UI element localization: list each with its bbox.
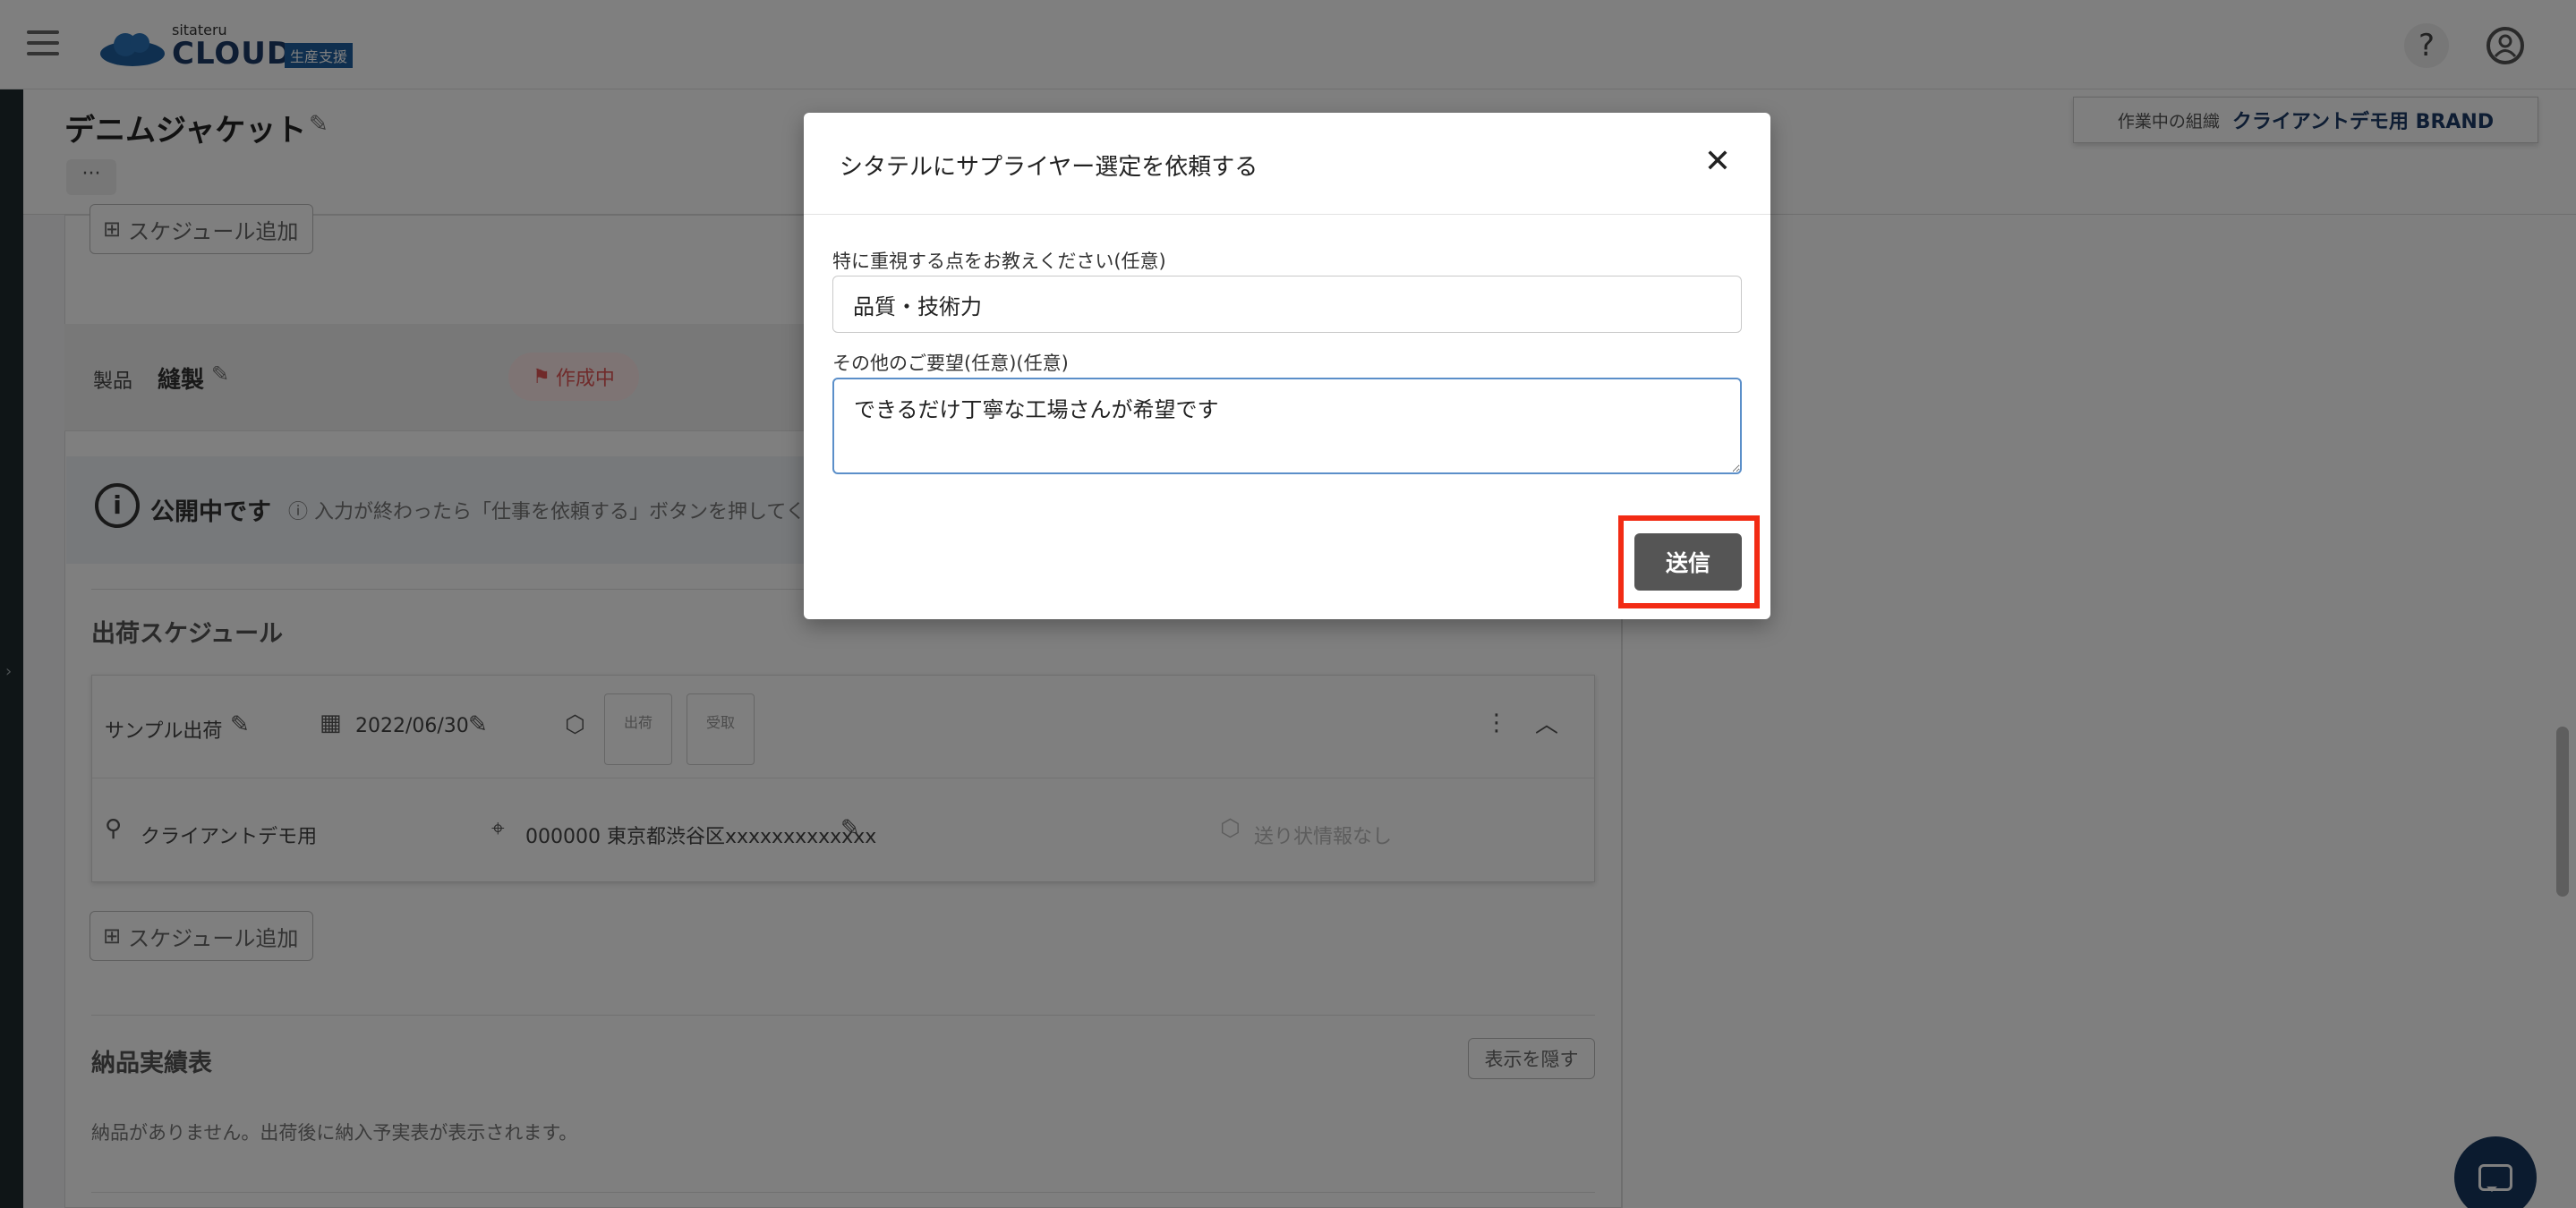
submit-button[interactable]: 送信	[1634, 533, 1742, 591]
dialog-title: シタテルにサプライヤー選定を依頼する	[840, 154, 1258, 181]
close-icon[interactable]: ✕	[1695, 140, 1740, 184]
supplier-request-dialog: シタテルにサプライヤー選定を依頼する ✕ 特に重視する点をお教えください(任意)…	[804, 113, 1770, 619]
priority-input[interactable]	[832, 276, 1742, 333]
priority-label: 特に重視する点をお教えください(任意)	[832, 251, 1166, 272]
request-label: その他のご要望(任意)(任意)	[832, 353, 1069, 374]
dialog-header: シタテルにサプライヤー選定を依頼する ✕	[804, 113, 1770, 215]
request-textarea[interactable]: できるだけ丁寧な工場さんが希望です	[832, 378, 1742, 474]
